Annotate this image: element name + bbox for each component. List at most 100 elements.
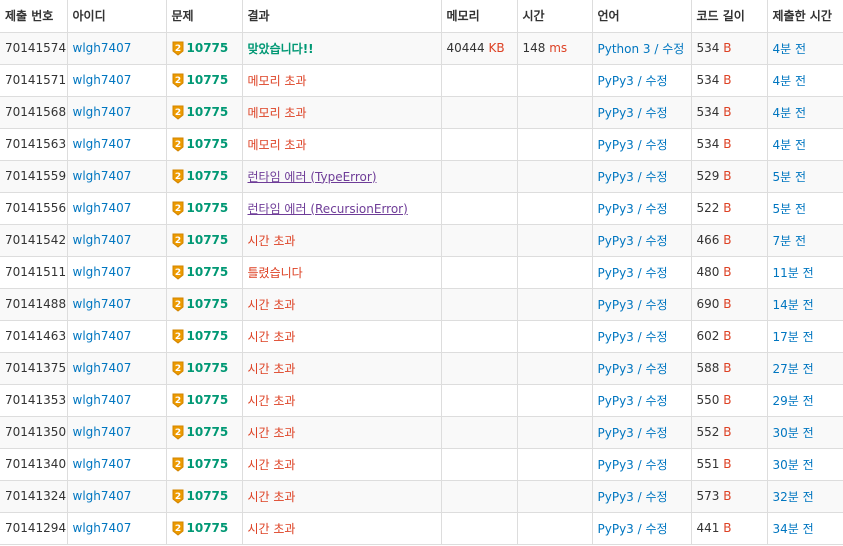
- edit-link[interactable]: 수정: [645, 170, 667, 184]
- problem-link[interactable]: 10775: [187, 489, 229, 503]
- submitted-time-link[interactable]: 32분 전: [773, 490, 814, 504]
- language-link[interactable]: PyPy3: [598, 234, 634, 248]
- problem-link[interactable]: 10775: [187, 73, 229, 87]
- user-link[interactable]: wlgh7407: [73, 457, 132, 471]
- svg-text:2: 2: [174, 76, 180, 86]
- submission-id: 70141556: [0, 192, 68, 225]
- user-link[interactable]: wlgh7407: [73, 265, 132, 279]
- problem-link[interactable]: 10775: [187, 457, 229, 471]
- language-link[interactable]: Python 3: [598, 42, 651, 56]
- user-link[interactable]: wlgh7407: [73, 137, 132, 151]
- language-link[interactable]: PyPy3: [598, 266, 634, 280]
- edit-link[interactable]: 수정: [645, 426, 667, 440]
- edit-link[interactable]: 수정: [645, 458, 667, 472]
- user-link[interactable]: wlgh7407: [73, 361, 132, 375]
- problem-link[interactable]: 10775: [187, 297, 229, 311]
- edit-link[interactable]: 수정: [645, 298, 667, 312]
- user-link[interactable]: wlgh7407: [73, 169, 132, 183]
- edit-link[interactable]: 수정: [645, 106, 667, 120]
- header-language: 언어: [592, 0, 692, 33]
- language-link[interactable]: PyPy3: [598, 522, 634, 536]
- edit-link[interactable]: 수정: [645, 490, 667, 504]
- user-link[interactable]: wlgh7407: [73, 105, 132, 119]
- language-link[interactable]: PyPy3: [598, 426, 634, 440]
- submitted-time-link[interactable]: 27분 전: [773, 362, 814, 376]
- user-link[interactable]: wlgh7407: [73, 73, 132, 87]
- user-link[interactable]: wlgh7407: [73, 425, 132, 439]
- language-link[interactable]: PyPy3: [598, 74, 634, 88]
- edit-link[interactable]: 수정: [662, 42, 684, 56]
- edit-link[interactable]: 수정: [645, 394, 667, 408]
- result-cell: 시간 초과: [242, 448, 442, 481]
- user-link[interactable]: wlgh7407: [73, 521, 132, 535]
- language-link[interactable]: PyPy3: [598, 330, 634, 344]
- svg-text:2: 2: [174, 204, 180, 214]
- submission-id: 70141571: [0, 64, 68, 97]
- submitted-time-link[interactable]: 11분 전: [773, 266, 814, 280]
- submitted-time-link[interactable]: 4분 전: [773, 138, 807, 152]
- language-link[interactable]: PyPy3: [598, 138, 634, 152]
- submitted-time-link[interactable]: 5분 전: [773, 202, 807, 216]
- problem-link[interactable]: 10775: [187, 425, 229, 439]
- problem-link[interactable]: 10775: [187, 41, 229, 55]
- submitted-time-link[interactable]: 4분 전: [773, 106, 807, 120]
- problem-link[interactable]: 10775: [187, 521, 229, 535]
- table-header-row: 제출 번호 아이디 문제 결과 메모리 시간 언어 코드 길이 제출한 시간: [0, 0, 843, 33]
- table-row: 70141568 wlgh7407 2 10775 메모리 초과 PyPy3 /…: [0, 96, 843, 129]
- table-row: 70141574 wlgh7407 2 10775 맞았습니다!! 40444 …: [0, 32, 843, 65]
- submitted-time-link[interactable]: 4분 전: [773, 42, 807, 56]
- problem-link[interactable]: 10775: [187, 329, 229, 343]
- submitted-time-cell: 4분 전: [767, 32, 843, 65]
- edit-link[interactable]: 수정: [645, 138, 667, 152]
- language-link[interactable]: PyPy3: [598, 298, 634, 312]
- submitted-time-link[interactable]: 4분 전: [773, 74, 807, 88]
- edit-link[interactable]: 수정: [645, 234, 667, 248]
- user-link[interactable]: wlgh7407: [73, 297, 132, 311]
- edit-link[interactable]: 수정: [645, 330, 667, 344]
- submitted-time-link[interactable]: 5분 전: [773, 170, 807, 184]
- submitted-time-link[interactable]: 30분 전: [773, 426, 814, 440]
- language-link[interactable]: PyPy3: [598, 394, 634, 408]
- edit-link[interactable]: 수정: [645, 74, 667, 88]
- submitted-time-link[interactable]: 29분 전: [773, 394, 814, 408]
- memory-cell: [441, 512, 518, 545]
- code-length-cell: 534 B: [691, 96, 768, 129]
- edit-link[interactable]: 수정: [645, 266, 667, 280]
- user-link[interactable]: wlgh7407: [73, 201, 132, 215]
- user-link[interactable]: wlgh7407: [73, 489, 132, 503]
- problem-link[interactable]: 10775: [187, 105, 229, 119]
- result-text: 틀렸습니다: [247, 265, 303, 280]
- language-link[interactable]: PyPy3: [598, 170, 634, 184]
- code-length-cell: 551 B: [691, 448, 768, 481]
- user-link[interactable]: wlgh7407: [73, 329, 132, 343]
- submitted-time-cell: 17분 전: [767, 320, 843, 353]
- submitted-time-link[interactable]: 30분 전: [773, 458, 814, 472]
- language-link[interactable]: PyPy3: [598, 490, 634, 504]
- problem-link[interactable]: 10775: [187, 233, 229, 247]
- edit-link[interactable]: 수정: [645, 522, 667, 536]
- submitted-time-cell: 11분 전: [767, 256, 843, 289]
- user-link[interactable]: wlgh7407: [73, 41, 132, 55]
- problem-link[interactable]: 10775: [187, 169, 229, 183]
- submitted-time-link[interactable]: 17분 전: [773, 330, 814, 344]
- submitted-time-link[interactable]: 7분 전: [773, 234, 807, 248]
- edit-link[interactable]: 수정: [645, 202, 667, 216]
- submitted-time-link[interactable]: 14분 전: [773, 298, 814, 312]
- language-link[interactable]: PyPy3: [598, 202, 634, 216]
- problem-link[interactable]: 10775: [187, 361, 229, 375]
- submitted-time-link[interactable]: 34분 전: [773, 522, 814, 536]
- user-link[interactable]: wlgh7407: [73, 233, 132, 247]
- problem-link[interactable]: 10775: [187, 137, 229, 151]
- submission-id-text: 70141559: [5, 169, 67, 183]
- language-link[interactable]: PyPy3: [598, 362, 634, 376]
- code-length-unit: B: [723, 297, 732, 311]
- language-link[interactable]: PyPy3: [598, 458, 634, 472]
- user-link[interactable]: wlgh7407: [73, 393, 132, 407]
- problem-link[interactable]: 10775: [187, 201, 229, 215]
- problem-link[interactable]: 10775: [187, 265, 229, 279]
- problem-link[interactable]: 10775: [187, 393, 229, 407]
- language-cell: PyPy3 / 수정: [592, 416, 692, 449]
- edit-link[interactable]: 수정: [645, 362, 667, 376]
- time-cell: [517, 64, 593, 97]
- language-link[interactable]: PyPy3: [598, 106, 634, 120]
